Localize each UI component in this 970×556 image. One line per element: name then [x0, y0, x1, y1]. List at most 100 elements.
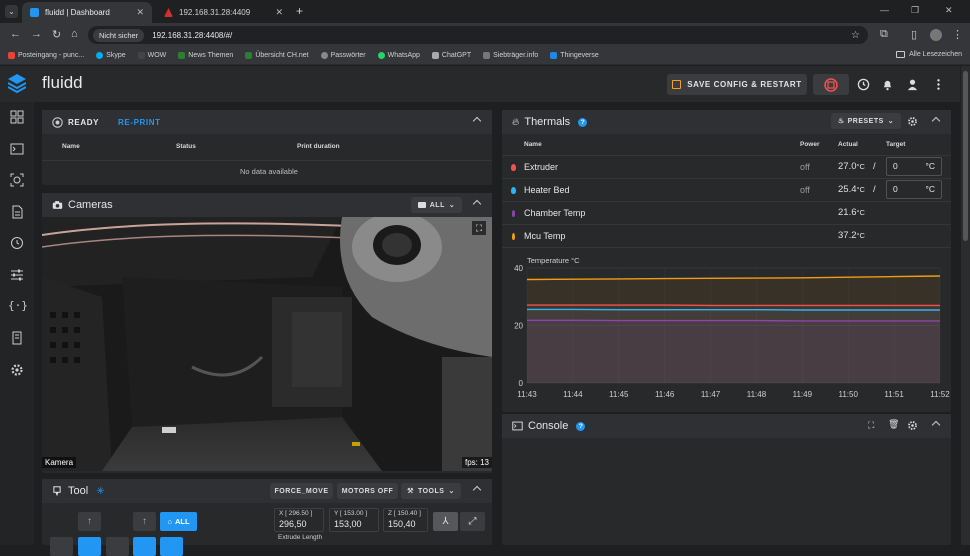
settings-icon[interactable] — [10, 363, 24, 377]
jog-x-plus-button[interactable] — [106, 537, 129, 556]
new-tab-button[interactable]: + — [296, 4, 303, 18]
extensions-icon[interactable]: ⧉ — [880, 28, 888, 41]
home-xy-button[interactable] — [78, 537, 101, 556]
bookmark-item[interactable]: WhatsApp — [378, 52, 420, 59]
help-icon[interactable]: ? — [576, 422, 585, 431]
close-window-icon[interactable]: ✕ — [945, 5, 953, 16]
settings-icon[interactable] — [907, 420, 918, 431]
relative-mode-button[interactable]: ⅄ — [433, 512, 458, 531]
axes-icon[interactable]: ✳ — [96, 486, 104, 497]
z-position-field[interactable]: Z [ 150.40 ] 150,40 — [383, 508, 428, 532]
home-all-button[interactable]: ⌂ ALL — [160, 512, 197, 531]
forward-icon[interactable]: → — [31, 28, 42, 40]
bookmark-item[interactable]: Posteingang - punc... — [8, 52, 84, 59]
collapse-icon[interactable] — [473, 486, 481, 494]
heater-name[interactable]: Extruder — [524, 162, 558, 172]
save-config-restart-button[interactable]: SAVE CONFIG & RESTART — [667, 74, 807, 95]
camera-icon[interactable] — [10, 173, 24, 187]
tools-menu-button[interactable]: ⚒ TOOLS ⌄ — [401, 483, 461, 499]
actual-value: 37.2 — [838, 230, 857, 241]
bookmark-item[interactable]: Skype — [96, 52, 125, 59]
column-header-status[interactable]: Status — [176, 143, 196, 150]
temperature-chart[interactable]: Temperature °C 02040 11:4311:4411:4511:4… — [502, 250, 951, 410]
tune-icon[interactable] — [10, 268, 24, 282]
bookmark-item[interactable]: News Themen — [178, 52, 233, 59]
star-icon[interactable]: ☆ — [851, 30, 860, 41]
user-icon[interactable] — [906, 78, 919, 91]
browser-tab-fluidd[interactable]: fluidd | Dashboard ✕ — [22, 2, 152, 23]
x-position-field[interactable]: X [ 296.50 ] 296,50 — [274, 508, 324, 532]
browser-menu-icon[interactable]: ⋮ — [952, 28, 963, 41]
browser-tab-second[interactable]: 192.168.31.28:4409 ✕ — [156, 2, 291, 23]
bookmark-item[interactable]: Siebträger.info — [483, 52, 538, 59]
console-icon[interactable] — [10, 142, 24, 156]
bookmark-item[interactable]: Übersicht CH.net — [245, 52, 308, 59]
maximize-icon[interactable]: ❐ — [911, 5, 919, 16]
not-secure-badge[interactable]: Nicht sicher — [93, 29, 144, 42]
reprint-button[interactable]: RE-PRINT — [118, 118, 161, 127]
bell-icon[interactable] — [881, 78, 894, 91]
column-header-name[interactable]: Name — [62, 143, 80, 150]
page-scrollbar[interactable] — [961, 66, 970, 545]
sensor-name[interactable]: Mcu Temp — [524, 231, 565, 241]
back-icon[interactable]: ← — [10, 28, 21, 40]
scrollbar-thumb[interactable] — [963, 71, 968, 241]
trash-icon[interactable]: 🗑︎ — [888, 419, 899, 430]
sensor-name[interactable]: Chamber Temp — [524, 208, 585, 218]
minimize-icon[interactable]: — — [880, 5, 889, 15]
separator: / — [873, 161, 876, 172]
home-icon[interactable]: ⌂ — [71, 28, 78, 40]
column-header-power[interactable]: Power — [800, 141, 820, 148]
home-z-button[interactable] — [133, 537, 156, 556]
bed-target-input[interactable]: 0°C — [886, 180, 942, 199]
config-icon[interactable]: {·} — [8, 299, 28, 313]
address-bar[interactable]: Nicht sicher 192.168.31.28:4408/#/ ☆ — [88, 26, 868, 44]
menu-dots-icon[interactable] — [932, 78, 945, 91]
bookmark-label: Thingeverse — [560, 52, 599, 59]
bookmark-item[interactable]: WOW — [138, 52, 167, 59]
bookmark-item[interactable]: Thingeverse — [550, 52, 599, 59]
system-icon[interactable] — [10, 331, 24, 345]
heater-power: off — [800, 185, 810, 195]
sidepanel-icon[interactable]: ▯ — [911, 28, 917, 41]
extruder-target-input[interactable]: 0°C — [886, 157, 942, 176]
presets-button[interactable]: ♨ PRESETS ⌄ — [831, 113, 901, 129]
bookmark-item[interactable]: Passwörter — [321, 52, 366, 59]
absolute-mode-button[interactable]: ⤢ — [460, 512, 485, 531]
collapse-icon[interactable] — [473, 117, 481, 125]
close-icon[interactable]: ✕ — [136, 7, 144, 18]
column-header-target[interactable]: Target — [886, 141, 905, 148]
history-icon[interactable] — [857, 78, 870, 91]
column-header-duration[interactable]: Print duration — [297, 143, 340, 150]
jog-x-minus-button[interactable] — [50, 537, 73, 556]
camera-stream[interactable]: Kamera fps: 13 ⛶ — [42, 217, 492, 471]
jog-y-plus-button[interactable]: ↑ — [78, 512, 101, 531]
collapse-icon[interactable] — [932, 421, 940, 429]
collapse-icon[interactable] — [932, 117, 940, 125]
settings-icon[interactable] — [907, 116, 918, 127]
files-icon[interactable] — [10, 205, 24, 219]
camera-filter-button[interactable]: ALL ⌄ — [411, 197, 462, 213]
home-misc-button[interactable] — [160, 537, 183, 556]
collapse-icon[interactable] — [473, 200, 481, 208]
bookmark-item[interactable]: ChatGPT — [432, 52, 471, 59]
jog-z-plus-button[interactable]: ↑ — [133, 512, 156, 531]
emergency-stop-button[interactable] — [813, 74, 849, 95]
history-nav-icon[interactable] — [10, 236, 24, 250]
help-icon[interactable]: ? — [578, 118, 587, 127]
dashboard-icon[interactable] — [10, 110, 24, 124]
fullscreen-icon[interactable]: ⛶ — [472, 221, 486, 235]
reload-icon[interactable]: ↻ — [52, 28, 61, 41]
all-bookmarks[interactable]: Alle Lesezeichen — [896, 51, 962, 58]
motors-off-button[interactable]: MOTORS OFF — [337, 483, 398, 499]
tab-search-button[interactable]: ⌄ — [5, 5, 18, 18]
tool-card: Tool ✳ FORCE_MOVE MOTORS OFF ⚒ TOOLS ⌄ ↑… — [42, 479, 492, 545]
close-icon[interactable]: ✕ — [275, 7, 283, 18]
heater-name[interactable]: Heater Bed — [524, 185, 570, 195]
profile-avatar[interactable] — [930, 29, 942, 41]
fullscreen-icon[interactable]: ⛶ — [868, 420, 874, 431]
column-header-name[interactable]: Name — [524, 141, 542, 148]
y-position-field[interactable]: Y [ 153.00 ] 153,00 — [329, 508, 379, 532]
force-move-button[interactable]: FORCE_MOVE — [270, 483, 333, 499]
column-header-actual[interactable]: Actual — [838, 141, 858, 148]
